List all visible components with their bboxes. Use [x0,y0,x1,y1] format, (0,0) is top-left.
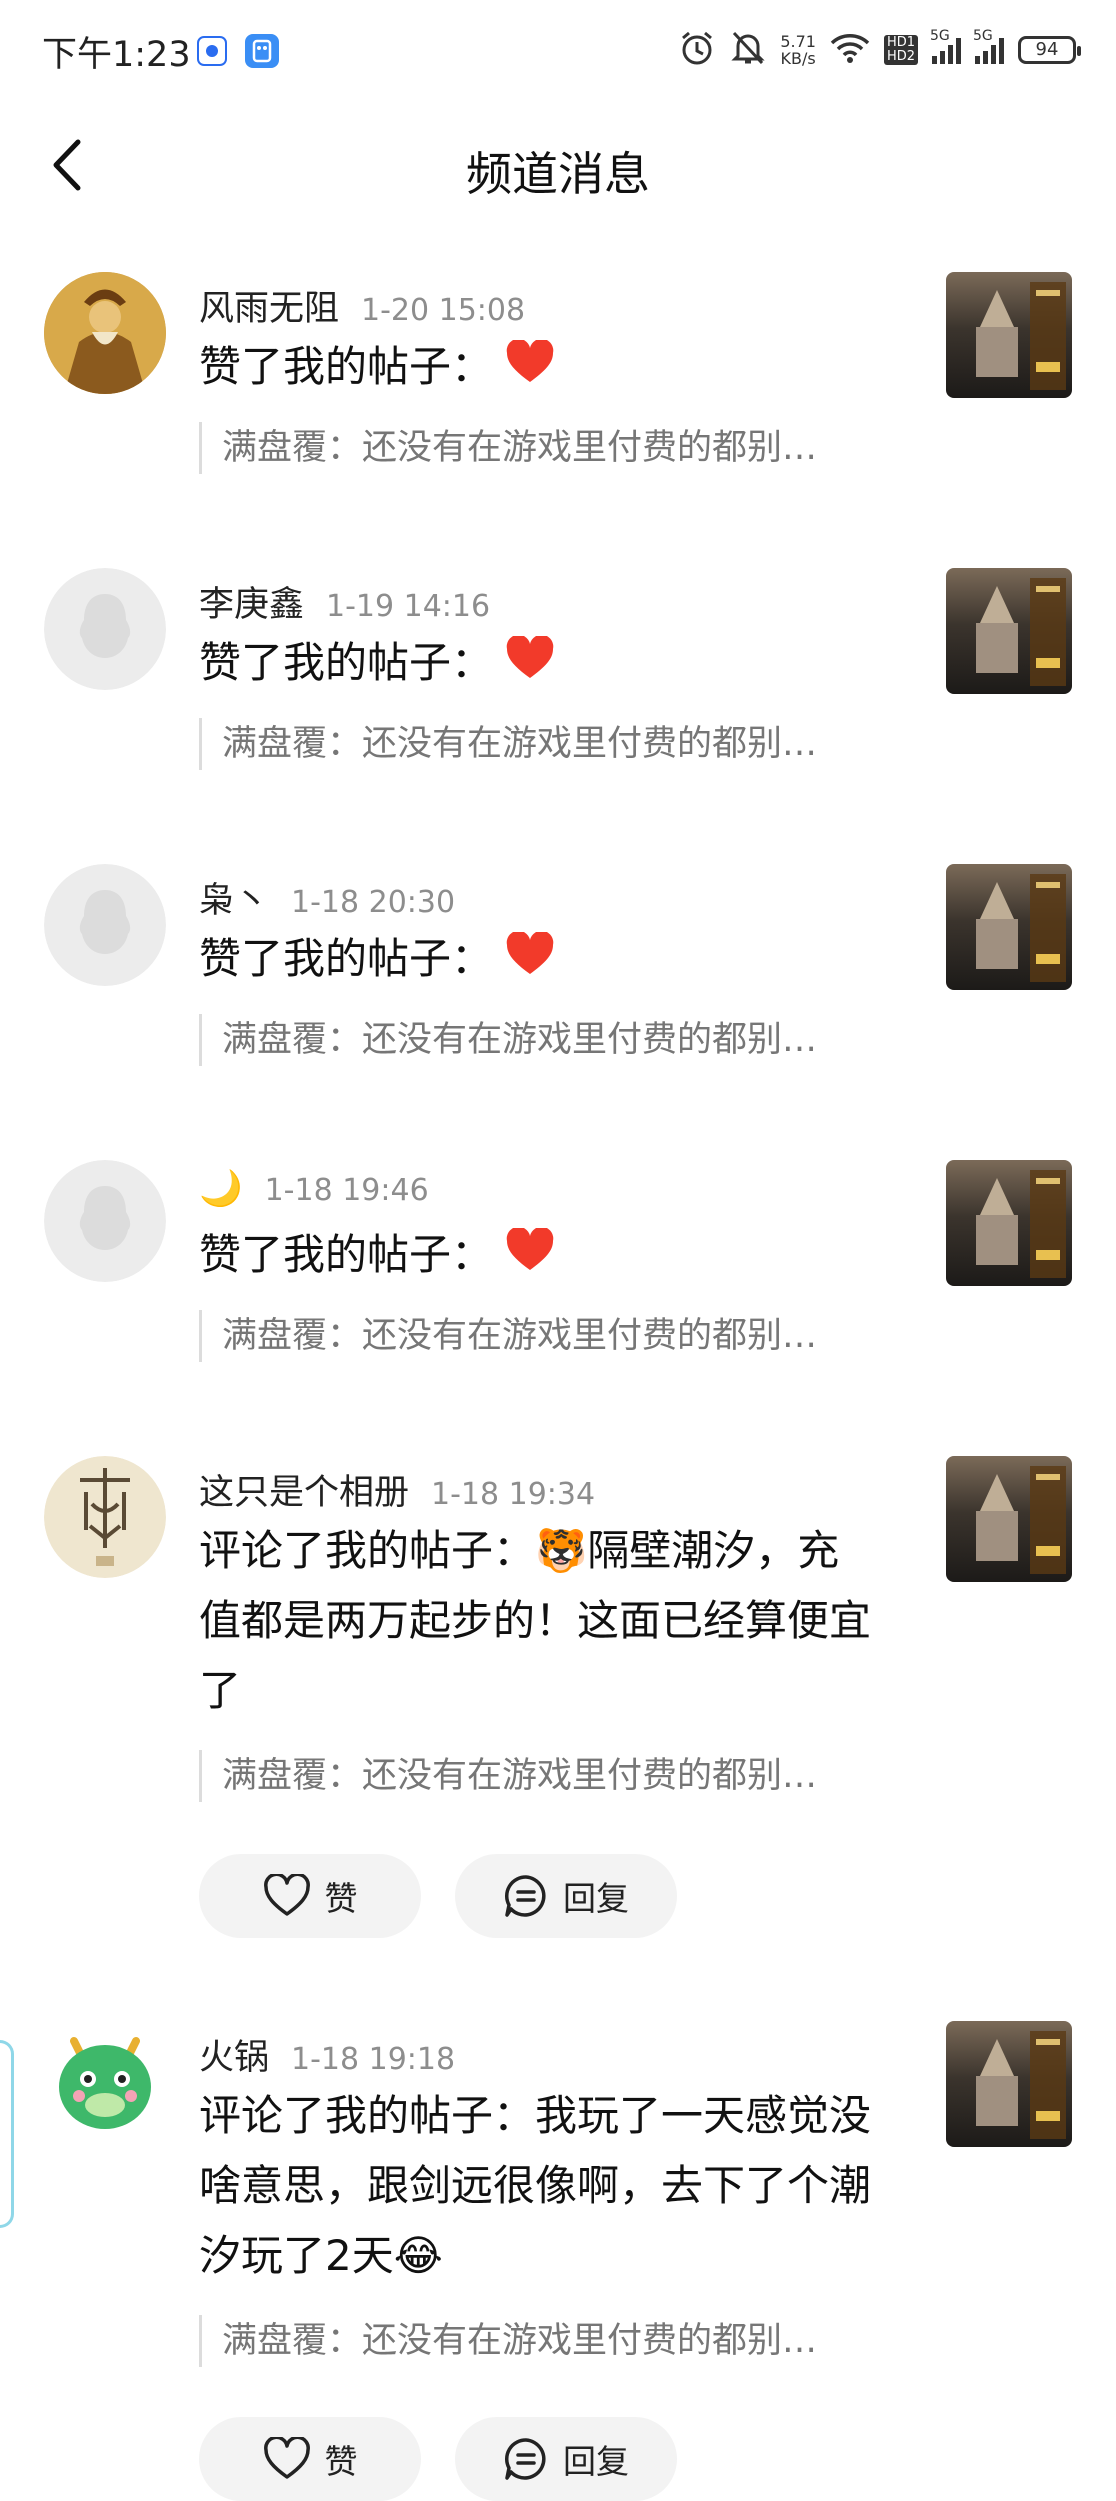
action-buttons: 赞 回复 [199,2417,677,2501]
username[interactable]: 风雨无阻 [199,289,339,329]
avatar[interactable] [44,1456,166,1578]
page-title: 频道消息 [466,147,650,201]
action-buttons: 赞 回复 [199,1854,677,1938]
wifi-icon [830,32,870,68]
avatar[interactable] [44,272,166,394]
heart-outline-icon [263,1874,310,1916]
signal-icon: 5G [930,28,961,64]
timestamp: 1-18 19:34 [431,1477,596,1512]
timestamp: 1-18 20:30 [291,885,456,920]
quoted-post[interactable]: 满盘覆：还没有在游戏里付费的都别… [199,2315,889,2367]
username[interactable]: 🌙 [199,1169,243,1209]
quoted-post[interactable]: 满盘覆：还没有在游戏里付费的都别… [199,422,889,474]
hd-badge: HD1 HD2 [883,35,918,65]
app-circle-icon [197,36,227,66]
heart-outline-icon [263,2437,310,2479]
reply-button[interactable]: 回复 [455,2417,677,2501]
username[interactable]: 这只是个相册 [199,1473,409,1513]
timestamp: 1-20 15:08 [361,293,526,328]
like-label: 赞 [324,1879,358,1918]
reply-button[interactable]: 回复 [455,1854,677,1938]
action-text: 赞了我的帖子： [199,628,879,701]
username[interactable]: 李庚鑫 [199,585,304,625]
quoted-post[interactable]: 满盘覆：还没有在游戏里付费的都别… [199,718,889,770]
post-thumbnail[interactable] [946,1456,1072,1582]
reply-bubble-icon [505,2438,546,2480]
status-time: 下午1:23 [42,35,191,75]
avatar[interactable] [44,2021,166,2143]
post-thumbnail[interactable] [946,1160,1072,1286]
comment-text: 评论了我的帖子：我玩了一天感觉没啥意思，跟剑远很像啊，去下了个潮汐玩了2天😂 [199,2091,872,2280]
app-square-icon [245,34,279,68]
post-thumbnail[interactable] [946,864,1072,990]
post-thumbnail[interactable] [946,272,1072,398]
status-bar: 下午1:23 5.71 KB/s HD1 HD2 5G 5G 94 [0,0,1116,100]
quoted-post[interactable]: 满盘覆：还没有在游戏里付费的都别… [199,1310,889,1362]
action-text: 赞了我的帖子： [199,1220,879,1293]
timestamp: 1-18 19:18 [291,2042,456,2077]
post-thumbnail[interactable] [946,2021,1072,2147]
timestamp: 1-18 19:46 [264,1173,429,1208]
signal-icon: 5G [973,28,1004,64]
username[interactable]: 枭丶 [199,881,269,921]
heart-icon [505,335,555,405]
like-button[interactable]: 赞 [199,2417,421,2501]
reply-label: 回复 [563,2442,629,2481]
floating-edge-tab[interactable] [0,2040,14,2228]
quoted-post[interactable]: 满盘覆：还没有在游戏里付费的都别… [199,1750,889,1802]
reply-label: 回复 [563,1879,629,1918]
post-thumbnail[interactable] [946,568,1072,694]
timestamp: 1-19 14:16 [326,589,491,624]
heart-icon [505,631,555,701]
action-text: 赞了我的帖子： [199,924,879,997]
signal-label: 5G [973,28,993,44]
like-label: 赞 [324,2442,358,2481]
net-speed: 5.71 KB/s [780,32,816,68]
username[interactable]: 火锅 [199,2038,269,2078]
alarm-icon [678,29,716,71]
like-button[interactable]: 赞 [199,1854,421,1938]
heart-icon [505,1223,555,1293]
comment-text: 评论了我的帖子：🐯隔壁潮汐，充值都是两万起步的！这面已经算便宜了 [199,1526,872,1715]
avatar[interactable] [44,568,166,690]
avatar[interactable] [44,864,166,986]
mute-bell-icon [730,29,766,71]
page-header: 频道消息 [0,110,1116,220]
signal-label: 5G [930,28,950,44]
heart-icon [505,927,555,997]
action-text: 赞了我的帖子： [199,332,879,405]
quoted-post[interactable]: 满盘覆：还没有在游戏里付费的都别… [199,1014,889,1066]
battery-icon: 94 [1018,36,1081,64]
avatar[interactable] [44,1160,166,1282]
reply-bubble-icon [505,1875,546,1917]
